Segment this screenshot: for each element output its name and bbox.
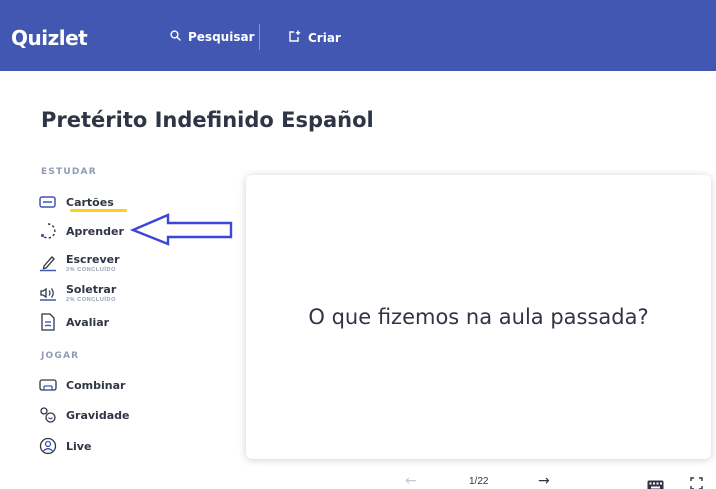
study-mode-spell[interactable]: Soletrar 2% CONCLUÍDO: [38, 283, 116, 303]
game-mode-label: Live: [66, 439, 92, 453]
flashcard-term: O que fizemos na aula passada?: [308, 305, 649, 329]
study-mode-label: Soletrar: [66, 283, 117, 296]
live-icon: [38, 436, 58, 456]
quizlet-logo[interactable]: Quizlet: [11, 26, 88, 50]
search-label: Pesquisar: [188, 30, 255, 44]
study-mode-learn[interactable]: Aprender: [38, 221, 124, 241]
study-mode-label: Aprender: [66, 224, 124, 238]
active-mode-underline: [70, 209, 127, 212]
nav-divider: [259, 24, 260, 50]
flashcard[interactable]: O que fizemos na aula passada?: [246, 175, 711, 459]
game-mode-match[interactable]: Combinar: [38, 375, 125, 395]
study-mode-label: Cartões: [66, 195, 114, 209]
match-icon: [38, 375, 58, 395]
study-mode-label: Escrever: [66, 253, 120, 266]
top-navigation-bar: Quizlet Pesquisar Criar: [0, 0, 716, 71]
play-section-heading: JOGAR: [41, 351, 80, 361]
set-title: Pretérito Indefinido Español: [41, 108, 374, 132]
game-mode-label: Combinar: [66, 378, 126, 392]
annotation-arrow-icon: [130, 213, 233, 246]
fullscreen-icon[interactable]: [690, 477, 703, 489]
create-button[interactable]: Criar: [288, 30, 341, 45]
study-section-heading: ESTUDAR: [41, 167, 97, 177]
game-mode-label: Gravidade: [66, 408, 130, 422]
study-mode-test[interactable]: Avaliar: [38, 312, 109, 332]
study-mode-write[interactable]: Escrever 3% CONCLUÍDO: [38, 253, 120, 273]
game-mode-gravity[interactable]: Gravidade: [38, 405, 129, 425]
gravity-icon: [38, 405, 58, 425]
game-mode-live[interactable]: Live: [38, 436, 91, 456]
test-icon: [38, 312, 58, 332]
study-mode-label: Avaliar: [66, 315, 110, 329]
search-button[interactable]: Pesquisar: [170, 30, 254, 44]
card-position-counter: 1/22: [469, 476, 489, 487]
create-label: Criar: [308, 30, 341, 45]
learn-icon: [38, 221, 58, 241]
create-icon: [288, 30, 301, 45]
write-icon: [38, 253, 58, 273]
keyboard-shortcuts-icon[interactable]: [647, 478, 664, 489]
previous-card-button[interactable]: ←: [405, 473, 417, 489]
spell-icon: [38, 283, 58, 303]
search-icon: [170, 30, 181, 44]
progress-label: 2% CONCLUÍDO: [66, 297, 116, 303]
progress-label: 3% CONCLUÍDO: [66, 267, 116, 273]
next-card-button[interactable]: →: [538, 473, 550, 489]
cards-icon: [38, 192, 58, 212]
